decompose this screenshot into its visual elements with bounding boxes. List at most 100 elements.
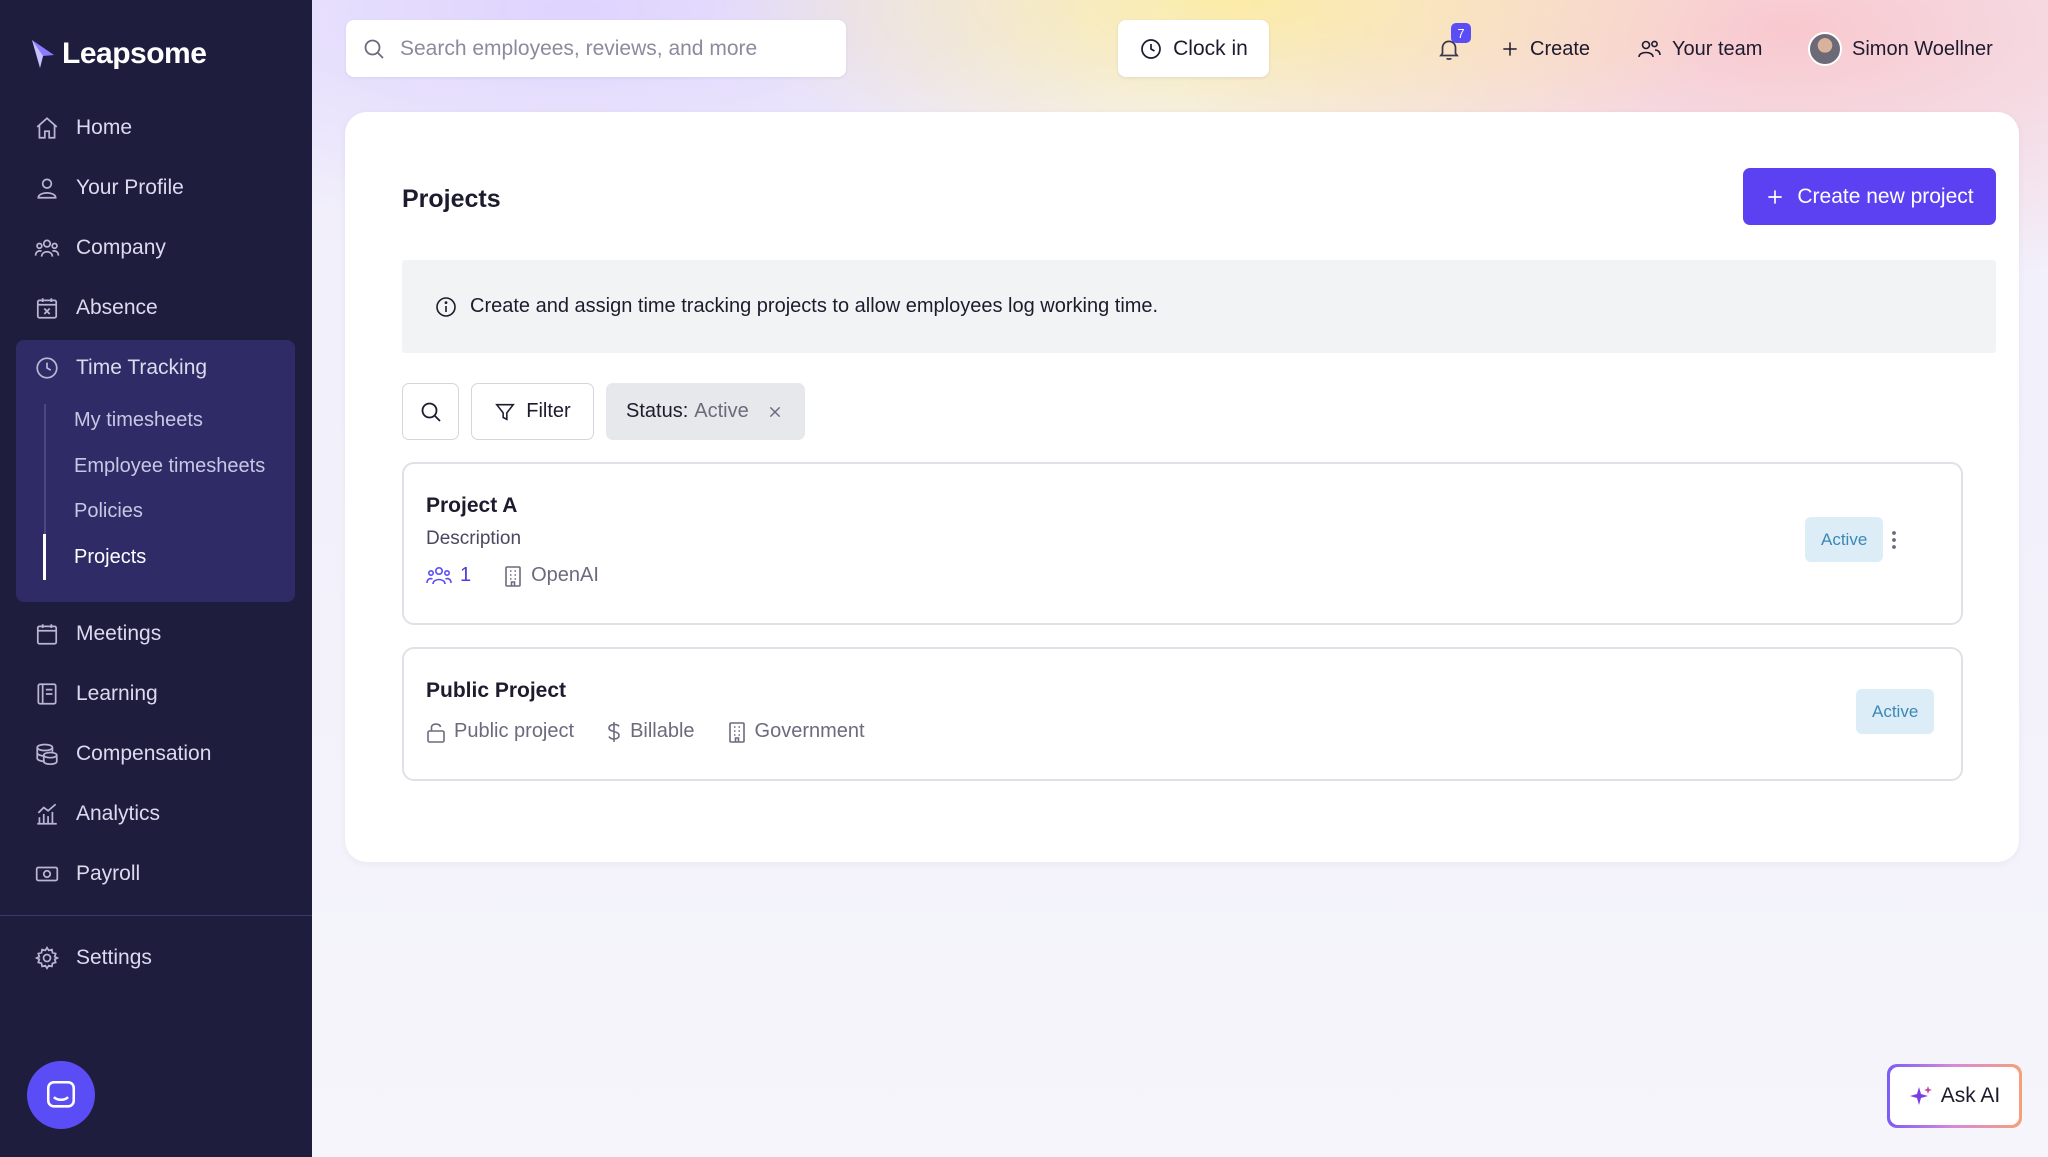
sidebar-item-absence[interactable]: Absence: [34, 288, 158, 328]
clock-icon: [1141, 38, 1161, 59]
your-team-label: Your team: [1672, 37, 1763, 60]
calendar-x-icon: [36, 298, 58, 319]
filter-icon: [495, 403, 516, 421]
project-card[interactable]: Project A Description 1 OpenAI Active: [402, 462, 1963, 625]
gear-icon: [34, 946, 60, 970]
status-badge: Active: [1856, 689, 1935, 734]
project-meta: 1 OpenAI: [426, 564, 599, 587]
info-text: Create and assign time tracking projects…: [470, 295, 1159, 317]
client-name: OpenAI: [531, 564, 599, 586]
sidebar-item-learning[interactable]: Learning: [34, 674, 158, 714]
sidebar-subitem-policies[interactable]: Policies: [74, 493, 143, 529]
sidebar-item-label: Company: [76, 236, 166, 259]
sidebar-item-label: Meetings: [76, 622, 162, 645]
home-icon: [36, 117, 58, 139]
project-description: Description: [426, 528, 522, 549]
sidebar-subitem-my-timesheets[interactable]: My timesheets: [74, 402, 203, 438]
search-projects-button[interactable]: [402, 383, 459, 440]
sidebar-item-meetings[interactable]: Meetings: [34, 614, 161, 654]
ask-ai-inner: Ask AI: [1890, 1067, 2019, 1125]
avatar: [1808, 32, 1842, 66]
clock-icon: [36, 357, 58, 379]
sidebar-subitem-projects[interactable]: Projects: [74, 539, 146, 575]
clock-in-button[interactable]: Clock in: [1118, 20, 1269, 77]
create-new-project-button[interactable]: Create new project: [1743, 168, 1996, 225]
plus-icon: [1768, 189, 1783, 204]
submenu-active-indicator: [43, 534, 46, 580]
member-count-group: 1: [426, 564, 471, 587]
building-icon: [505, 565, 521, 587]
clock-in-label: Clock in: [1173, 36, 1248, 60]
support-chat-button[interactable]: [27, 1061, 95, 1129]
project-name: Project A: [426, 494, 518, 517]
global-search[interactable]: [346, 20, 846, 77]
ask-ai-label: Ask AI: [1940, 1084, 2001, 1107]
sparkle-icon: [1909, 1086, 1932, 1105]
leapsome-logo[interactable]: Leapsome: [30, 34, 207, 74]
billing-label: Billable: [630, 720, 695, 742]
banknote-icon: [35, 866, 59, 882]
sidebar-item-label: Settings: [76, 946, 152, 969]
user-icon: [37, 178, 57, 199]
sidebar-item-analytics[interactable]: Analytics: [34, 794, 160, 834]
sidebar-item-settings[interactable]: Settings: [34, 938, 152, 978]
more-options-icon[interactable]: [1882, 528, 1906, 552]
plus-icon: [1503, 42, 1517, 56]
filter-button[interactable]: Filter: [471, 383, 594, 440]
coins-icon: [36, 743, 58, 766]
app-name: Leapsome: [62, 37, 207, 70]
info-icon: [436, 296, 456, 317]
sidebar-item-compensation[interactable]: Compensation: [34, 734, 211, 774]
your-team-button[interactable]: Your team: [1636, 30, 1762, 68]
user-menu[interactable]: Simon Woellner: [1808, 30, 1993, 68]
status-filter-key: Status:: [626, 400, 689, 422]
chat-icon: [46, 1080, 76, 1108]
page-title: Projects: [402, 185, 501, 213]
status-filter-value: Active: [694, 400, 749, 422]
leapsome-logo-icon: [32, 40, 54, 68]
sidebar-item-home[interactable]: Home: [34, 108, 132, 148]
sidebar-divider: [0, 915, 312, 916]
ask-ai-button[interactable]: Ask AI: [1887, 1064, 2022, 1128]
create-menu-button[interactable]: Create: [1500, 30, 1590, 68]
members-icon: [426, 566, 452, 584]
sidebar-item-label: Payroll: [76, 862, 141, 885]
notification-badge: 7: [1451, 23, 1471, 43]
sidebar-item-your-profile[interactable]: Your Profile: [34, 168, 184, 208]
search-icon: [364, 39, 384, 59]
sidebar-item-label: Compensation: [76, 742, 212, 765]
dollar-icon: [608, 721, 620, 742]
sidebar-subitem-employee-timesheets[interactable]: Employee timesheets: [74, 448, 265, 484]
search-input[interactable]: [400, 36, 820, 61]
status-filter-chip[interactable]: Status: Active: [606, 383, 805, 440]
sidebar-item-label: Learning: [76, 682, 158, 705]
client-group: Government: [727, 720, 865, 743]
user-name: Simon Woellner: [1852, 37, 1993, 60]
visibility-group: Public project: [426, 720, 574, 743]
visibility-label: Public project: [454, 720, 575, 742]
filter-label: Filter: [526, 400, 571, 422]
client-name: Government: [754, 720, 865, 742]
company-icon: [34, 239, 60, 257]
sidebar-item-time-tracking[interactable]: Time Tracking: [34, 348, 207, 388]
building-icon: [728, 721, 745, 743]
sidebar-item-label: Home: [76, 116, 133, 139]
sidebar-item-company[interactable]: Company: [34, 228, 166, 268]
projects-card: Projects Create new project Create and a…: [345, 112, 2019, 862]
lock-open-icon: [427, 722, 445, 743]
project-meta: Public project Billable Government: [426, 720, 865, 743]
sidebar-item-label: Analytics: [76, 802, 161, 825]
team-icon: [1638, 40, 1661, 58]
sidebar-item-label: Time Tracking: [76, 356, 208, 379]
project-card[interactable]: Public Project Public project Billable G…: [402, 647, 1963, 781]
analytics-icon: [37, 803, 57, 825]
billing-group: Billable: [606, 720, 695, 743]
close-icon[interactable]: [767, 404, 783, 420]
create-new-project-label: Create new project: [1797, 184, 1974, 208]
create-label: Create: [1530, 37, 1591, 60]
main-area: Clock in 7 Create Your team Simon Woelln…: [312, 0, 2048, 1157]
member-count: 1: [460, 564, 472, 586]
sidebar-item-payroll[interactable]: Payroll: [34, 854, 140, 894]
calendar-icon: [36, 624, 58, 645]
project-name: Public Project: [426, 679, 567, 702]
